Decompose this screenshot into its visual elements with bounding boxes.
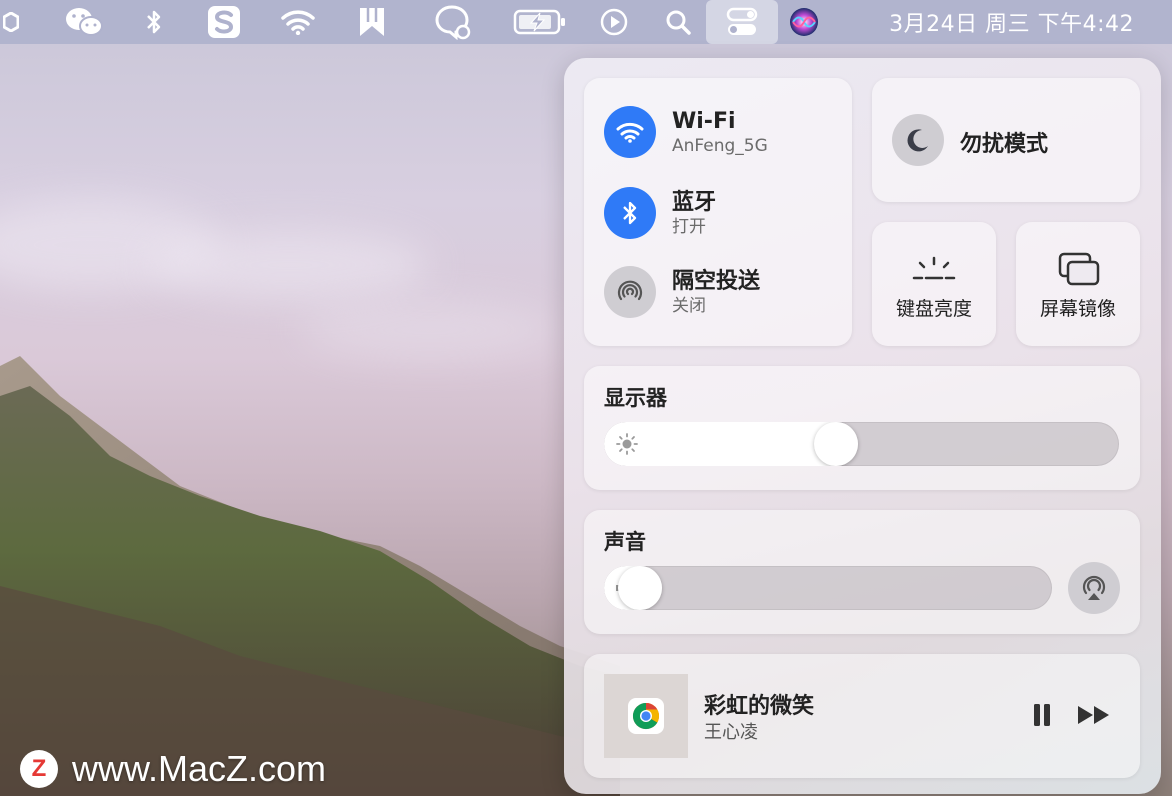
- airdrop-toggle[interactable]: 隔空投送 关闭: [604, 266, 760, 318]
- do-not-disturb-label: 勿扰模式: [960, 132, 1049, 157]
- airdrop-label: 隔空投送: [672, 268, 761, 294]
- bluetooth-toggle[interactable]: 蓝牙 打开: [604, 187, 716, 239]
- screen-mirroring-button[interactable]: 屏幕镜像: [1016, 222, 1140, 346]
- macz-logo: Z: [20, 750, 58, 788]
- volume-slider[interactable]: [604, 566, 1052, 610]
- connectivity-module: Wi-Fi AnFeng_5G 蓝牙 打开 隔空投送 关闭: [584, 78, 852, 346]
- sound-module: 声音: [584, 510, 1140, 634]
- wechat-icon[interactable]: [60, 0, 108, 44]
- sun-icon: [616, 433, 638, 459]
- pause-button[interactable]: [1032, 702, 1052, 732]
- chrome-icon: [628, 698, 664, 734]
- siri-icon[interactable]: [786, 0, 822, 44]
- brightness-slider[interactable]: [604, 422, 1119, 466]
- watermark: Z www.MacZ.com: [20, 748, 326, 790]
- play-icon[interactable]: [598, 0, 630, 44]
- volume-slider-knob[interactable]: [617, 566, 662, 610]
- display-title: 显示器: [604, 386, 667, 410]
- next-track-button[interactable]: [1076, 704, 1112, 730]
- display-module: 显示器: [584, 366, 1140, 490]
- do-not-disturb-button[interactable]: 勿扰模式: [872, 78, 1140, 202]
- keyboard-brightness-icon: [912, 256, 956, 286]
- airdrop-status: 关闭: [672, 295, 706, 316]
- moon-icon: [892, 114, 944, 166]
- bluetooth-icon[interactable]: [604, 187, 656, 239]
- brightness-slider-knob[interactable]: [813, 422, 858, 466]
- track-artist: 王心凌: [704, 722, 758, 743]
- screen-mirroring-label: 屏幕镜像: [1039, 298, 1116, 320]
- menu-bar: 3月24日 周三 下午4:42: [0, 0, 1172, 44]
- airdrop-icon[interactable]: [604, 266, 656, 318]
- wifi-icon[interactable]: [604, 106, 656, 158]
- wifi-label: Wi-Fi: [672, 108, 736, 134]
- watermark-text: www.MacZ.com: [72, 748, 327, 789]
- control-center-icon[interactable]: [706, 0, 778, 44]
- bluetooth-icon[interactable]: [140, 0, 168, 44]
- track-title: 彩虹的微笑: [704, 694, 815, 719]
- keyboard-brightness-label: 键盘亮度: [895, 298, 972, 320]
- chat-bubble-icon[interactable]: [432, 0, 474, 44]
- control-center-panel: Wi-Fi AnFeng_5G 蓝牙 打开 隔空投送 关闭 勿扰模式 键盘亮度 …: [564, 58, 1161, 794]
- search-icon[interactable]: [662, 0, 694, 44]
- bluetooth-status: 打开: [672, 216, 706, 237]
- mountain-landscape: [0, 356, 620, 796]
- keyboard-brightness-button[interactable]: 键盘亮度: [872, 222, 996, 346]
- now-playing-module: 彩虹的微笑 王心凌: [584, 654, 1140, 778]
- sound-title: 声音: [604, 530, 646, 554]
- wifi-icon[interactable]: [278, 0, 318, 44]
- wifi-network-name: AnFeng_5G: [672, 135, 768, 156]
- app-icon[interactable]: [0, 0, 22, 44]
- sogou-input-icon[interactable]: [206, 0, 242, 44]
- airplay-audio-icon[interactable]: [1068, 562, 1120, 614]
- menubar-clock[interactable]: 3月24日 周三 下午4:42: [889, 0, 1134, 44]
- wifi-toggle[interactable]: Wi-Fi AnFeng_5G: [604, 106, 768, 158]
- battery-charging-icon[interactable]: [512, 0, 568, 44]
- fast-forward-icon: [1078, 706, 1109, 724]
- screen-mirroring-icon: [1058, 252, 1100, 290]
- bluetooth-label: 蓝牙: [672, 189, 717, 215]
- album-art[interactable]: [604, 674, 688, 758]
- pause-icon: [1034, 704, 1050, 726]
- bookmark-icon[interactable]: [355, 0, 389, 44]
